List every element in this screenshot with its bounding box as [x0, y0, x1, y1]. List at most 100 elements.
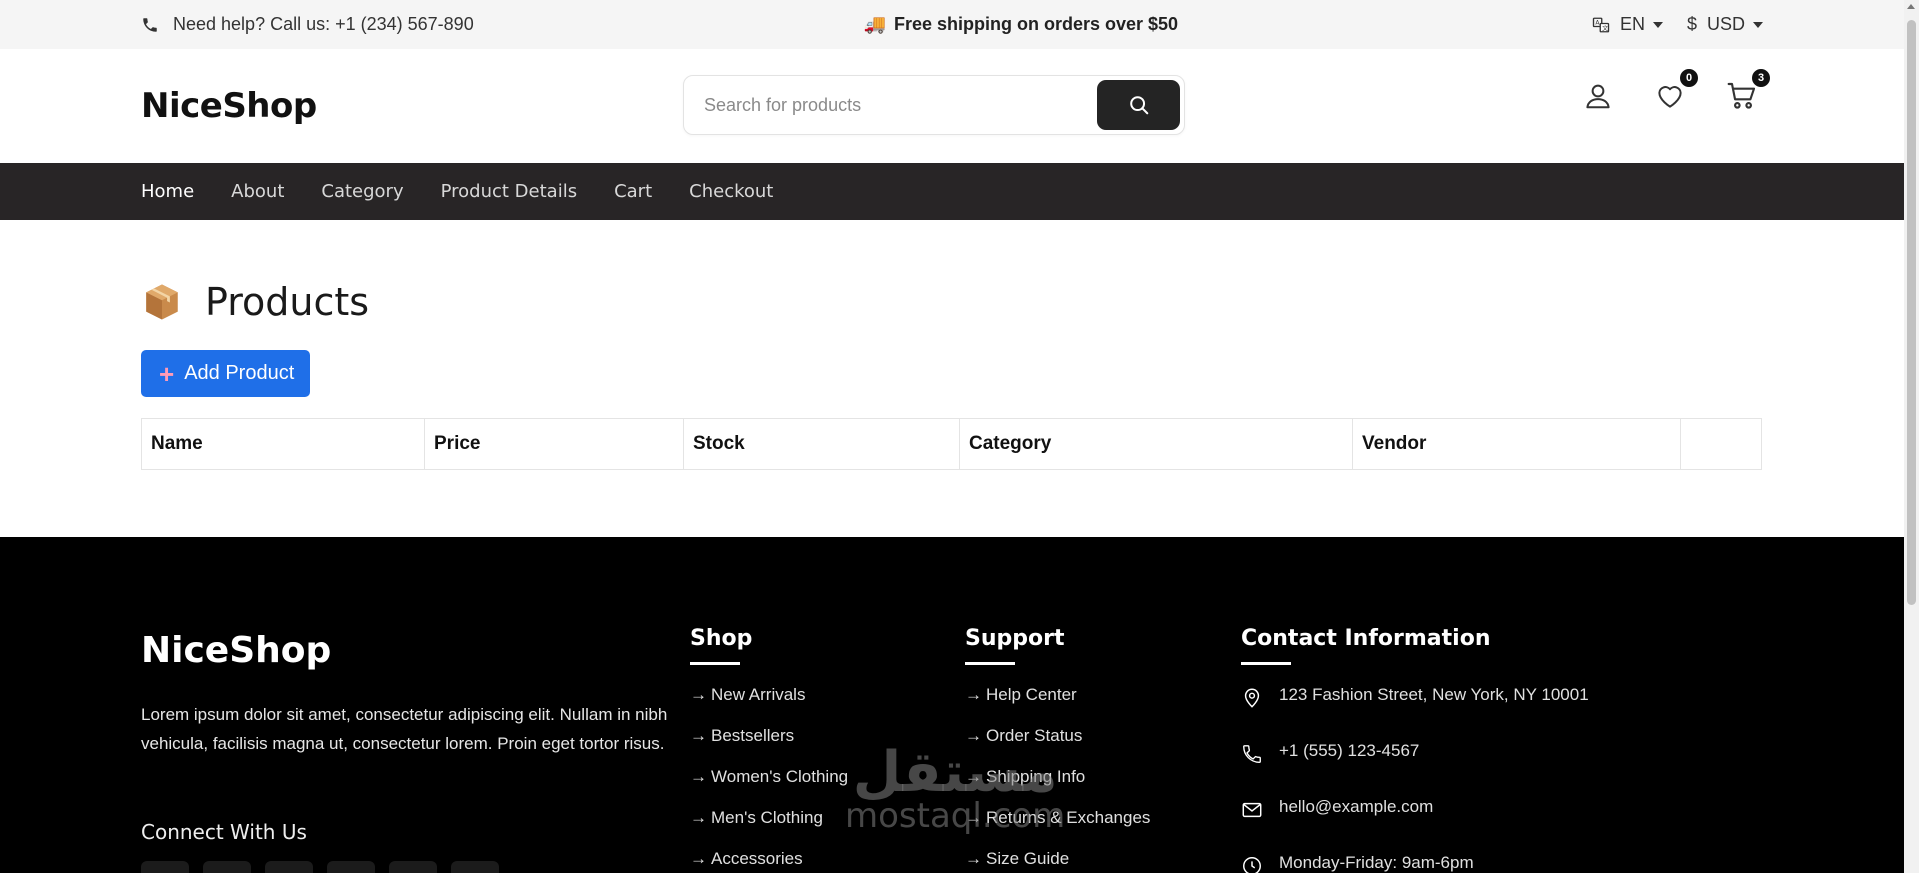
header-actions: 0 3	[1542, 67, 1772, 113]
footer-link[interactable]: → Bestsellers	[690, 726, 848, 767]
footer-link-label: Women's Clothing	[711, 767, 849, 786]
arrow-right-icon: →	[965, 685, 982, 704]
social-link[interactable]	[389, 861, 437, 873]
footer-link[interactable]: → Men's Clothing	[690, 808, 848, 849]
language-value: EN	[1619, 14, 1645, 34]
currency-symbol: $	[1686, 14, 1697, 34]
add-product-label: Add Product	[184, 362, 295, 384]
footer-logo[interactable]: NiceShop	[141, 630, 331, 671]
currency-value: USD	[1706, 14, 1745, 34]
contact-hours-text: Monday-Friday: 9am-6pm	[1279, 853, 1474, 872]
footer-description: Lorem ipsum dolor sit amet, consectetur …	[141, 705, 668, 753]
help-contact: Need help? Call us: +1 (234) 567-890	[141, 14, 474, 35]
topbar-selectors: A文 EN $ USD	[1568, 14, 1763, 35]
shipping-text: Free shipping on orders over $50	[893, 14, 1179, 34]
footer-link-label: New Arrivals	[711, 685, 806, 704]
scroll-up-arrow-icon[interactable]	[1907, 4, 1915, 9]
footer-link-label: Help Center	[986, 685, 1077, 704]
envelope-icon	[1242, 802, 1262, 818]
nav-category[interactable]: Category	[321, 181, 403, 202]
column-header-name: Name	[141, 418, 425, 470]
search-input[interactable]	[688, 94, 1097, 116]
wishlist-count-badge: 0	[1678, 67, 1700, 89]
add-product-button[interactable]: + Add Product	[141, 350, 311, 397]
social-links	[141, 861, 513, 873]
arrow-right-icon: →	[690, 808, 707, 827]
footer-link[interactable]: → Help Center	[965, 685, 1150, 726]
footer-link[interactable]: → Order Status	[965, 726, 1150, 767]
support-heading: Support	[965, 626, 1150, 665]
arrow-right-icon: →	[965, 726, 982, 745]
nav-product-details[interactable]: Product Details	[441, 181, 577, 202]
phone-icon	[143, 17, 157, 32]
footer-link-label: Bestsellers	[711, 726, 795, 745]
products-table: Name Price Stock Category Vendor	[141, 418, 1762, 470]
social-link[interactable]	[327, 861, 375, 873]
connect-heading: Connect With Us	[141, 820, 307, 844]
footer-link[interactable]: → New Arrivals	[690, 685, 848, 726]
footer-link[interactable]: → Shipping Info	[965, 767, 1150, 808]
top-bar: Need help? Call us: +1 (234) 567-890 🚚 F…	[0, 0, 1904, 49]
social-link[interactable]	[203, 861, 251, 873]
header: NiceShop 0 3	[0, 49, 1904, 163]
vertical-scrollbar[interactable]	[1904, 0, 1919, 873]
arrow-right-icon: →	[965, 849, 982, 868]
truck-icon: 🚚	[863, 14, 886, 34]
contact-address-text: 123 Fashion Street, New York, NY 10001	[1279, 685, 1589, 704]
column-header-category: Category	[959, 418, 1353, 470]
footer-link-label: Order Status	[986, 726, 1083, 745]
shipping-promo: 🚚 Free shipping on orders over $50	[864, 14, 1179, 35]
footer: NiceShop Lorem ipsum dolor sit amet, con…	[0, 537, 1904, 873]
scrollbar-thumb[interactable]	[1907, 20, 1916, 605]
social-link[interactable]	[451, 861, 499, 873]
footer-link-label: Men's Clothing	[711, 808, 823, 827]
nav-checkout[interactable]: Checkout	[689, 181, 773, 202]
account-button[interactable]	[1582, 79, 1614, 113]
arrow-right-icon: →	[690, 685, 707, 704]
cart-count-badge: 3	[1750, 67, 1772, 89]
contact-address: 123 Fashion Street, New York, NY 10001	[1241, 685, 1589, 741]
translate-icon: A文	[1592, 17, 1610, 32]
main-content: Products + Add Product Name Price Stock …	[0, 220, 1904, 537]
footer-link[interactable]: → Size Guide	[965, 849, 1150, 873]
user-icon	[1586, 84, 1610, 109]
social-link[interactable]	[265, 861, 313, 873]
social-link[interactable]	[141, 861, 189, 873]
footer-shop-column: Shop → New Arrivals → Bestsellers → Women's…	[690, 626, 848, 873]
help-text: Need help? Call us: +1 (234) 567-890	[173, 14, 474, 34]
search-icon	[1129, 96, 1148, 115]
svg-text:文: 文	[1602, 24, 1608, 32]
footer-link[interactable]: → Returns & Exchanges	[965, 808, 1150, 849]
package-icon	[146, 284, 178, 320]
clock-icon	[1243, 857, 1261, 873]
footer-link[interactable]: → Women's Clothing	[690, 767, 848, 808]
wishlist-button[interactable]: 0	[1654, 67, 1700, 113]
nav-cart[interactable]: Cart	[614, 181, 652, 202]
column-header-price: Price	[424, 418, 684, 470]
phone-icon	[1243, 745, 1261, 763]
column-header-actions	[1680, 418, 1762, 470]
contact-email[interactable]: hello@example.com	[1241, 797, 1589, 853]
table-header-row: Name Price Stock Category Vendor	[141, 418, 1762, 470]
search-button[interactable]	[1097, 80, 1180, 130]
currency-dropdown[interactable]: $ USD	[1687, 14, 1763, 35]
arrow-right-icon: →	[690, 767, 707, 786]
main-nav: Home About Category Product Details Cart…	[0, 163, 1904, 220]
footer-link-label: Size Guide	[986, 849, 1070, 868]
cart-button[interactable]: 3	[1726, 67, 1772, 113]
contact-phone[interactable]: +1 (555) 123-4567	[1241, 741, 1589, 797]
site-logo[interactable]: NiceShop	[141, 86, 317, 126]
arrow-right-icon: →	[965, 808, 982, 827]
column-header-stock: Stock	[683, 418, 960, 470]
nav-home[interactable]: Home	[141, 181, 194, 202]
contact-phone-text: +1 (555) 123-4567	[1279, 741, 1420, 760]
arrow-right-icon: →	[690, 726, 707, 745]
page-title-text: Products	[205, 280, 370, 324]
footer-link[interactable]: → Accessories	[690, 849, 848, 873]
contact-email-text: hello@example.com	[1279, 797, 1434, 816]
language-dropdown[interactable]: A文 EN	[1592, 14, 1663, 35]
location-pin-icon	[1244, 688, 1260, 708]
nav-about[interactable]: About	[231, 181, 284, 202]
contact-heading: Contact Information	[1241, 626, 1589, 665]
footer-contact-column: Contact Information 123 Fashion Street, …	[1241, 626, 1589, 873]
